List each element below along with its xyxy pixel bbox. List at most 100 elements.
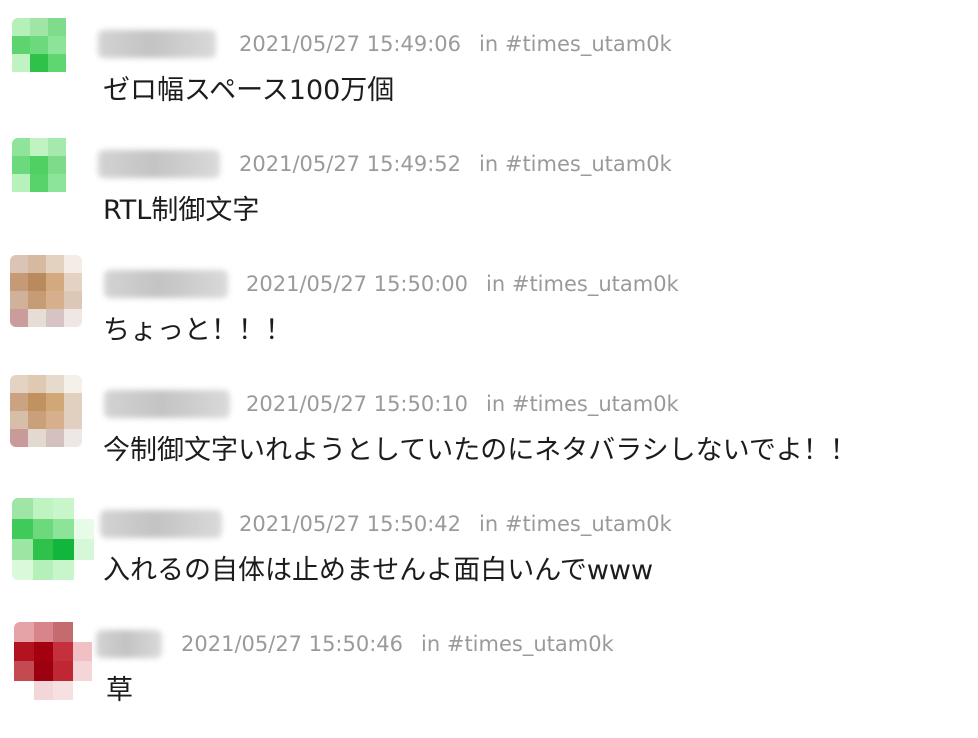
message-item: 2021/05/27 15:50:42 in #times_utam0k 入れるの… — [0, 480, 978, 600]
channel-link[interactable]: in #times_utam0k — [479, 512, 672, 536]
avatar-pixel — [73, 539, 94, 560]
avatar-pixel — [30, 54, 48, 72]
channel-link[interactable]: in #times_utam0k — [486, 272, 679, 296]
avatar-pixel — [30, 18, 48, 36]
avatar-pixel — [28, 375, 46, 393]
timestamp[interactable]: 2021/05/27 15:49:52 — [239, 152, 461, 176]
avatar-pixel — [64, 375, 82, 393]
message-meta: 2021/05/27 15:50:00 in #times_utam0k — [246, 272, 679, 296]
avatar-pixel — [46, 393, 64, 411]
message-text: RTL制御文字 — [103, 195, 260, 226]
avatar-pixel — [33, 680, 53, 700]
sender-name[interactable] — [98, 150, 220, 178]
avatar-pixel — [46, 291, 64, 309]
avatar-pixel — [53, 680, 73, 700]
message-text: 草 — [106, 675, 133, 706]
avatar-pixel — [33, 661, 53, 681]
avatar-pixel — [66, 18, 84, 36]
avatar-pixel — [33, 622, 53, 642]
timestamp[interactable]: 2021/05/27 15:50:42 — [239, 512, 461, 536]
avatar-pixel — [64, 255, 82, 273]
timestamp[interactable]: 2021/05/27 15:50:00 — [246, 272, 468, 296]
avatar-pixel — [12, 72, 30, 90]
avatar[interactable] — [12, 138, 84, 210]
sender-name[interactable] — [100, 510, 222, 538]
avatar-pixel — [30, 156, 48, 174]
channel-link[interactable]: in #times_utam0k — [421, 632, 614, 656]
sender-name[interactable] — [96, 630, 162, 658]
channel-link[interactable]: in #times_utam0k — [486, 392, 679, 416]
avatar-pixel — [73, 498, 94, 519]
avatar-pixel — [30, 174, 48, 192]
sender-name[interactable] — [104, 390, 230, 418]
avatar[interactable] — [10, 255, 82, 327]
avatar-pixel — [12, 54, 30, 72]
message-meta: 2021/05/27 15:50:42 in #times_utam0k — [239, 512, 672, 536]
avatar[interactable] — [12, 498, 94, 580]
avatar-pixel — [28, 291, 46, 309]
avatar-pixel — [48, 138, 66, 156]
avatar-pixel — [14, 641, 34, 661]
avatar-pixel — [66, 138, 84, 156]
avatar-pixel — [12, 18, 30, 36]
avatar-pixel — [48, 36, 66, 54]
avatar-pixel — [53, 518, 74, 539]
channel-link[interactable]: in #times_utam0k — [479, 32, 672, 56]
avatar-pixel — [12, 559, 33, 580]
avatar-pixel — [66, 156, 84, 174]
avatar-pixel — [53, 641, 73, 661]
avatar-pixel — [73, 518, 94, 539]
avatar-pixel — [12, 36, 30, 54]
avatar-pixel — [32, 498, 53, 519]
timestamp[interactable]: 2021/05/27 15:49:06 — [239, 32, 461, 56]
avatar-pixel — [12, 156, 30, 174]
avatar-pixel — [12, 498, 33, 519]
avatar-pixel — [72, 661, 92, 681]
avatar-pixel — [66, 174, 84, 192]
avatar-pixel — [66, 54, 84, 72]
avatar-pixel — [30, 72, 48, 90]
message-text: 入れるの自体は止めませんよ面白いんでwww — [103, 555, 654, 586]
message-meta: 2021/05/27 15:49:52 in #times_utam0k — [239, 152, 672, 176]
avatar-pixel — [14, 622, 34, 642]
channel-link[interactable]: in #times_utam0k — [479, 152, 672, 176]
message-item: 2021/05/27 15:50:00 in #times_utam0k ちょっと… — [0, 240, 978, 360]
avatar[interactable] — [10, 375, 82, 447]
timestamp[interactable]: 2021/05/27 15:50:10 — [246, 392, 468, 416]
avatar-pixel — [28, 429, 46, 447]
avatar-pixel — [28, 273, 46, 291]
avatar-pixel — [53, 539, 74, 560]
avatar-pixel — [72, 622, 92, 642]
avatar-pixel — [46, 375, 64, 393]
avatar-pixel — [14, 661, 34, 681]
avatar[interactable] — [12, 18, 84, 90]
avatar[interactable] — [14, 622, 92, 700]
avatar-pixel — [48, 174, 66, 192]
timestamp[interactable]: 2021/05/27 15:50:46 — [181, 632, 403, 656]
avatar-pixel — [28, 309, 46, 327]
avatar-pixel — [46, 273, 64, 291]
avatar-pixel — [46, 255, 64, 273]
avatar-pixel — [46, 429, 64, 447]
sender-name[interactable] — [104, 270, 228, 298]
avatar-pixel — [64, 393, 82, 411]
avatar-pixel — [48, 54, 66, 72]
avatar-pixel — [66, 36, 84, 54]
avatar-pixel — [53, 559, 74, 580]
avatar-pixel — [48, 18, 66, 36]
avatar-pixel — [10, 255, 28, 273]
message-item: 2021/05/27 15:50:46 in #times_utam0k 草 — [0, 600, 978, 720]
avatar-pixel — [53, 661, 73, 681]
message-item: 2021/05/27 15:49:52 in #times_utam0k RTL制… — [0, 120, 978, 240]
avatar-pixel — [12, 138, 30, 156]
avatar-pixel — [64, 309, 82, 327]
message-item: 2021/05/27 15:49:06 in #times_utam0k ゼロ幅ス… — [0, 0, 978, 120]
avatar-pixel — [72, 680, 92, 700]
avatar-pixel — [53, 498, 74, 519]
sender-name[interactable] — [98, 30, 216, 58]
message-meta: 2021/05/27 15:50:10 in #times_utam0k — [246, 392, 679, 416]
avatar-pixel — [30, 192, 48, 210]
avatar-pixel — [10, 411, 28, 429]
avatar-pixel — [33, 641, 53, 661]
avatar-pixel — [64, 411, 82, 429]
